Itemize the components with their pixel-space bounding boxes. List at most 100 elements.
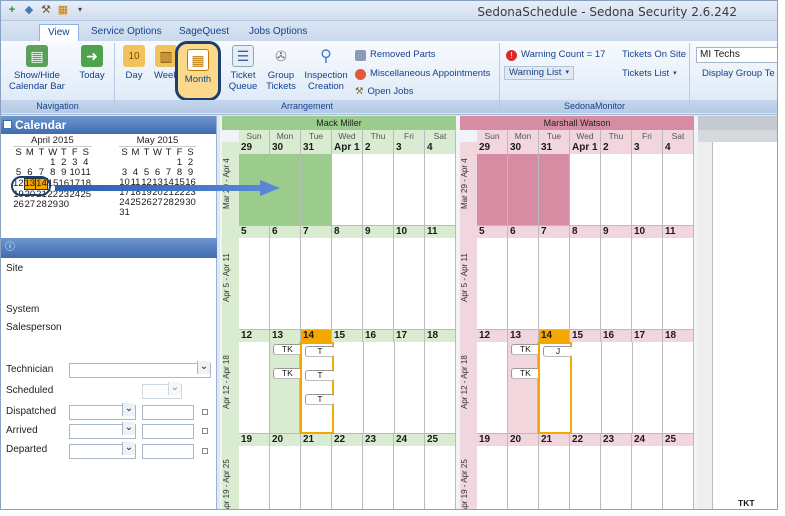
day-number[interactable]: 11 <box>663 226 694 238</box>
day-cell[interactable] <box>301 446 332 509</box>
day-cell[interactable] <box>394 446 425 509</box>
day-number[interactable]: 25 <box>425 434 456 446</box>
tickets-on-site-button[interactable]: Tickets On Site <box>622 48 686 62</box>
day-number[interactable]: 31 <box>301 142 332 154</box>
tab-view[interactable]: View <box>39 24 79 41</box>
day-cell[interactable] <box>239 342 270 434</box>
mini-day[interactable]: 30 <box>185 198 196 208</box>
day-cell[interactable] <box>570 446 601 509</box>
mini-day[interactable]: 26 <box>141 198 152 208</box>
day-number[interactable]: 21 <box>301 434 332 446</box>
ticket-chip[interactable]: TK <box>510 344 541 355</box>
arrived-date[interactable] <box>69 422 136 439</box>
day-cell[interactable] <box>363 446 394 509</box>
mini-day[interactable]: 30 <box>58 200 70 210</box>
day-number[interactable]: 14 <box>301 330 332 342</box>
day-cell[interactable] <box>239 238 270 330</box>
day-number[interactable]: 6 <box>508 226 539 238</box>
day-number[interactable]: 10 <box>632 226 663 238</box>
day-number[interactable]: 21 <box>539 434 570 446</box>
dispatched-time[interactable] <box>142 405 194 420</box>
tech-group-select[interactable]: MI Techs <box>696 47 777 63</box>
departed-time[interactable] <box>142 444 194 459</box>
day-number[interactable]: 18 <box>663 330 694 342</box>
show-hide-calendar-button[interactable]: ▤ Show/Hide Calendar Bar <box>7 45 67 92</box>
mini-calendar-may[interactable]: May 2015 S M T W T F S 1 2 3 4 5 6 7 8 9 10 11 12 13 14 15 16 1… <box>119 136 196 218</box>
day-cell[interactable] <box>363 238 394 330</box>
day-number[interactable]: 18 <box>425 330 456 342</box>
mini-day[interactable]: 28 <box>163 198 174 208</box>
removed-parts-button[interactable]: Removed Parts <box>355 48 435 62</box>
day-cell[interactable] <box>477 238 508 330</box>
day-cell[interactable] <box>333 342 365 434</box>
day-cell[interactable] <box>477 342 508 434</box>
departed-date[interactable] <box>69 442 136 459</box>
technician-select[interactable] <box>69 361 211 378</box>
day-number[interactable]: 22 <box>570 434 601 446</box>
inspection-creation-button[interactable]: ⚲ Inspection Creation <box>303 45 349 92</box>
day-number[interactable]: 2 <box>363 142 394 154</box>
warning-list-dropdown[interactable]: Warning List ▾ <box>504 66 574 80</box>
day-cell[interactable] <box>332 238 363 330</box>
day-number[interactable]: 23 <box>363 434 394 446</box>
ticket-chip[interactable]: T <box>305 394 335 405</box>
day-number[interactable]: 19 <box>477 434 508 446</box>
day-number[interactable]: 8 <box>332 226 363 238</box>
arrived-clear-icon[interactable] <box>202 428 208 434</box>
day-cell[interactable] <box>394 238 425 330</box>
day-cell[interactable] <box>632 446 663 509</box>
day-number[interactable]: 30 <box>508 142 539 154</box>
day-number[interactable]: 8 <box>570 226 601 238</box>
mini-day[interactable]: 29 <box>47 200 58 210</box>
mini-day[interactable]: 8 <box>47 168 58 179</box>
day-number[interactable]: Apr 1 <box>332 142 363 154</box>
day-number[interactable]: 14 <box>539 330 570 342</box>
day-number[interactable]: 3 <box>632 142 663 154</box>
day-number[interactable]: 23 <box>601 434 632 446</box>
ticket-queue-button[interactable]: ☰ Ticket Queue <box>225 45 261 92</box>
day-cell[interactable] <box>508 154 539 226</box>
arrived-time[interactable] <box>142 424 194 439</box>
day-number[interactable]: 15 <box>570 330 601 342</box>
day-cell[interactable] <box>332 446 363 509</box>
day-cell[interactable] <box>425 154 456 226</box>
mini-day[interactable]: 28 <box>36 200 48 210</box>
day-cell[interactable] <box>570 154 601 226</box>
day-cell[interactable] <box>601 154 632 226</box>
day-number[interactable]: 12 <box>239 330 270 342</box>
day-number[interactable]: 24 <box>632 434 663 446</box>
tickets-list-dropdown[interactable]: Tickets List ▾ <box>622 67 677 81</box>
day-number[interactable]: 20 <box>508 434 539 446</box>
day-number[interactable]: 6 <box>270 226 301 238</box>
day-cell[interactable] <box>363 154 394 226</box>
day-number[interactable]: 7 <box>301 226 332 238</box>
mini-day[interactable]: 31 <box>119 208 130 218</box>
dispatched-date[interactable] <box>69 403 136 420</box>
day-cell[interactable] <box>539 238 570 330</box>
ticket-chip[interactable]: T <box>305 346 335 357</box>
ticket-chip[interactable]: TK <box>272 344 303 355</box>
day-number[interactable]: 29 <box>477 142 508 154</box>
tab-service-options[interactable]: Service Options <box>83 24 170 41</box>
day-number[interactable]: 22 <box>332 434 363 446</box>
mini-day[interactable]: 27 <box>24 200 36 210</box>
day-number[interactable]: Apr 1 <box>570 142 601 154</box>
day-cell[interactable] <box>508 446 539 509</box>
mini-day[interactable]: 10 <box>69 168 81 179</box>
day-number[interactable]: 20 <box>270 434 301 446</box>
day-cell[interactable]: T T T <box>300 342 335 434</box>
mini-day[interactable]: 27 <box>152 198 163 208</box>
day-cell[interactable] <box>270 238 301 330</box>
day-number[interactable]: 16 <box>363 330 394 342</box>
day-number[interactable]: 7 <box>539 226 570 238</box>
day-cell[interactable] <box>364 342 395 434</box>
mini-day[interactable]: 29 <box>174 198 185 208</box>
day-cell[interactable]: TK TK <box>507 342 541 434</box>
scheduled-time[interactable] <box>142 382 182 399</box>
day-number[interactable]: 15 <box>332 330 363 342</box>
day-number[interactable]: 10 <box>394 226 425 238</box>
mini-calendar-april[interactable]: April 2015 S M T W T F S 1 2 3 4 5 6 7 8 9 10 11 12 13 14 15 1… <box>13 136 92 210</box>
open-jobs-button[interactable]: ⚒ Open Jobs <box>355 85 413 99</box>
day-number[interactable]: 17 <box>632 330 663 342</box>
day-number[interactable]: 5 <box>239 226 270 238</box>
